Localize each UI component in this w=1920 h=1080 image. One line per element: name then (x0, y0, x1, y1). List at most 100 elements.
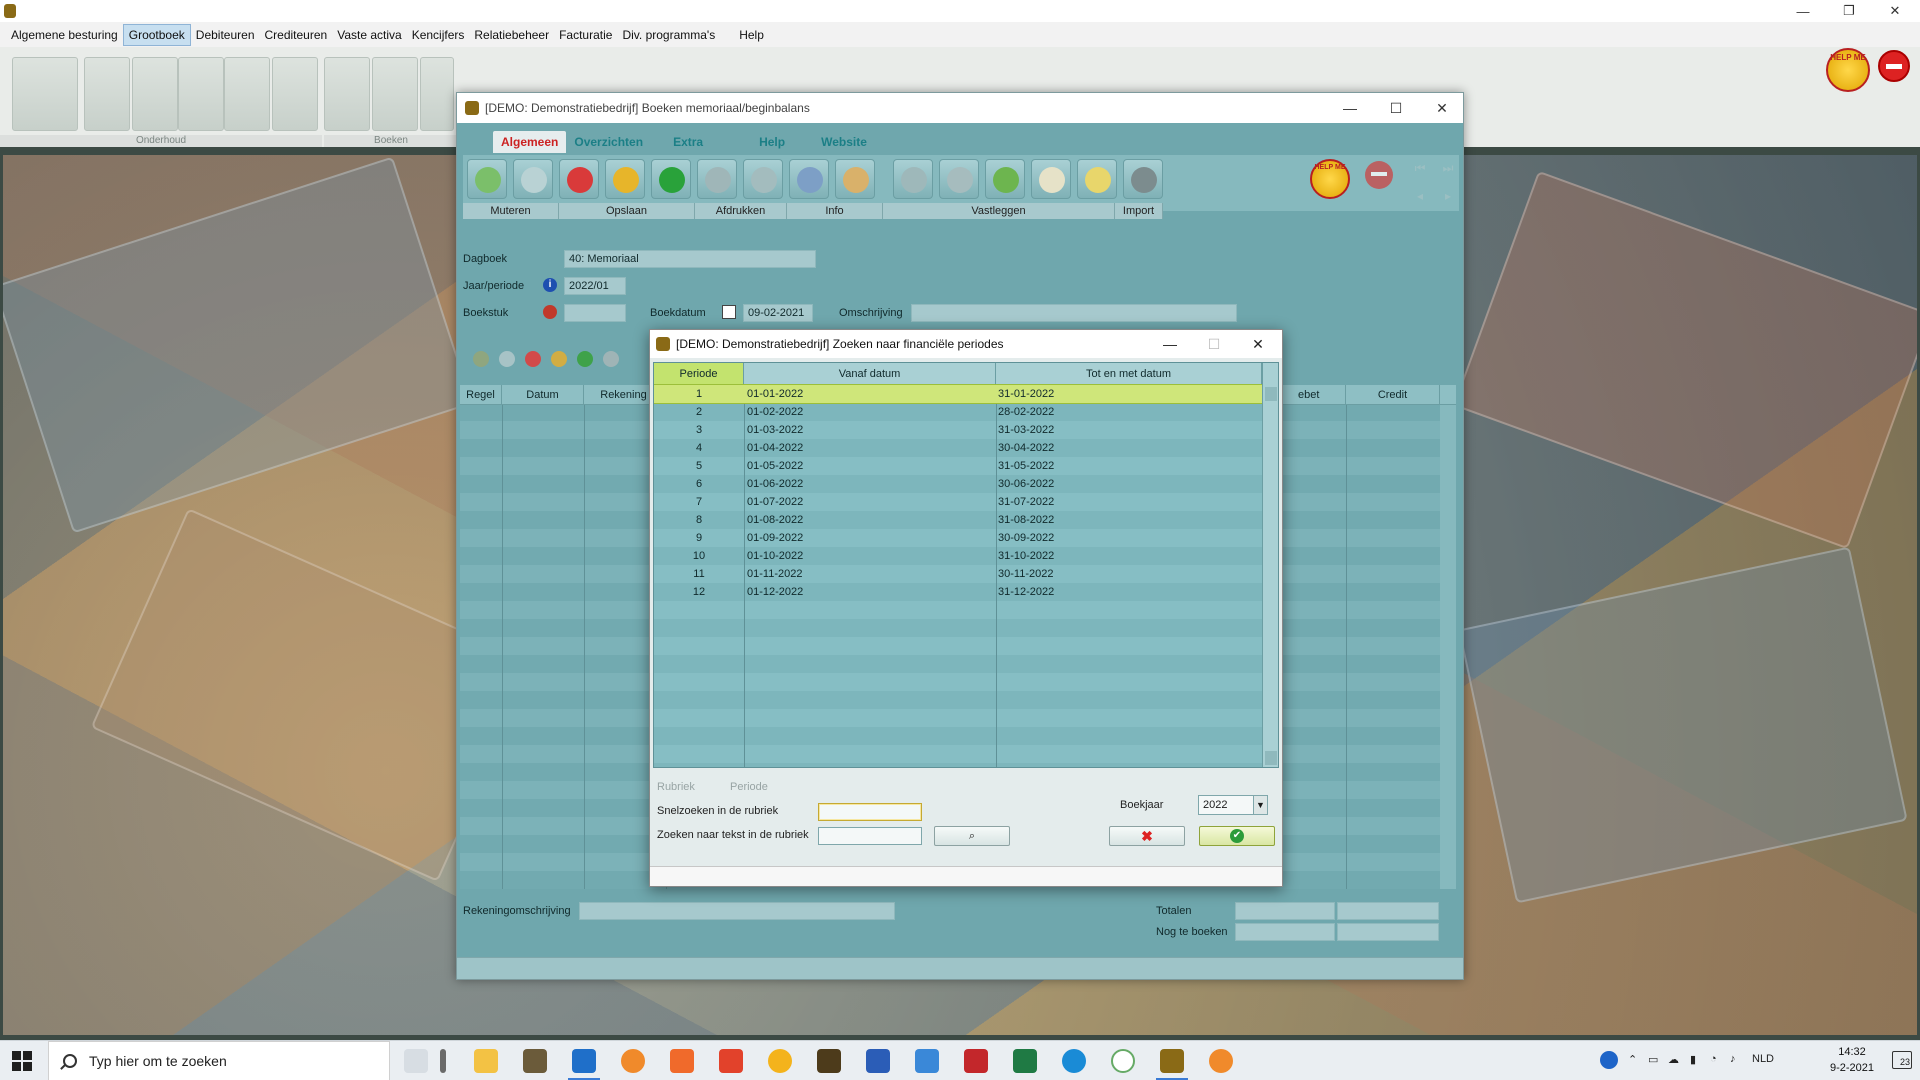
dialog-close-button[interactable]: ✕ (1236, 330, 1280, 358)
tab-algemeen[interactable]: Algemeen (493, 131, 567, 153)
delete-button[interactable] (559, 159, 599, 199)
delete-line-icon[interactable] (525, 351, 541, 367)
periods-table[interactable]: Periode Vanaf datum Tot en met datum 1 01… (653, 362, 1279, 768)
task-view-icon[interactable] (404, 1049, 428, 1073)
col-tot-en-met-datum[interactable]: Tot en met datum (996, 363, 1262, 385)
snelzoeken-input[interactable] (818, 803, 922, 821)
add-button[interactable] (467, 159, 507, 199)
col-periode[interactable]: Periode (654, 363, 744, 385)
omschrijving-field[interactable] (911, 304, 1237, 322)
commit-button[interactable] (1077, 159, 1117, 199)
dagboek-field[interactable]: 40: Memoriaal (564, 250, 816, 268)
stop-icon[interactable] (1365, 161, 1393, 189)
battery-icon[interactable]: ▮ (1690, 1053, 1696, 1066)
col-credit[interactable]: Credit (1346, 385, 1440, 405)
col-datum[interactable]: Datum (502, 385, 584, 405)
copy-button[interactable] (893, 159, 933, 199)
undo-button[interactable] (605, 159, 645, 199)
tab-website[interactable]: Website (813, 131, 875, 153)
cancel-button[interactable]: ✖ (1109, 826, 1185, 846)
prev-record-icon[interactable]: ◂ (1413, 189, 1427, 203)
period-row[interactable]: 3 01-03-2022 31-03-2022 (654, 421, 1262, 439)
stack-button[interactable] (939, 159, 979, 199)
code-app-icon[interactable] (1111, 1049, 1135, 1073)
next-record-icon[interactable]: ▸ (1441, 189, 1455, 203)
period-row[interactable]: 5 01-05-2022 31-05-2022 (654, 457, 1262, 475)
chevron-down-icon[interactable]: ▼ (1253, 796, 1267, 814)
restore-button[interactable]: ❐ (1826, 0, 1872, 22)
filezilla-icon[interactable] (964, 1049, 988, 1073)
stop-icon[interactable] (1878, 50, 1910, 82)
maximize-button[interactable]: ☐ (1373, 93, 1419, 123)
jaar-periode-field[interactable]: 2022/01 (564, 277, 626, 295)
close-button[interactable]: ✕ (1419, 93, 1465, 123)
col-vanaf-datum[interactable]: Vanaf datum (744, 363, 996, 385)
edit-line-icon[interactable] (499, 351, 515, 367)
tab-extra[interactable]: Extra (665, 131, 711, 153)
file-explorer-icon[interactable] (474, 1049, 498, 1073)
outlook-icon[interactable] (568, 1049, 600, 1080)
toolbar-cabinet-button[interactable] (324, 57, 370, 131)
toolbar-rekeningschema-button[interactable] (12, 57, 78, 131)
period-row[interactable]: 10 01-10-2022 31-10-2022 (654, 547, 1262, 565)
filezilla-z-icon[interactable] (817, 1049, 841, 1073)
notifications-icon[interactable]: 23 (1892, 1051, 1912, 1069)
col-regel[interactable]: Regel (460, 385, 502, 405)
tab-help[interactable]: Help (751, 131, 793, 153)
search-line-icon[interactable] (603, 351, 619, 367)
app-orange2-icon[interactable] (1209, 1049, 1233, 1073)
usb-icon[interactable]: ▭ (1648, 1053, 1658, 1066)
info-icon[interactable]: i (543, 278, 557, 292)
cloud-icon[interactable]: ☁ (1668, 1053, 1679, 1066)
user-stamp-icon[interactable] (543, 305, 557, 319)
clock[interactable]: 14:32 9-2-2021 (1830, 1044, 1874, 1076)
toolbar-coins-button[interactable] (272, 57, 318, 131)
boekdatum-field[interactable]: 09-02-2021 (743, 304, 813, 322)
taskbar-search[interactable]: Typ hier om te zoeken (48, 1041, 390, 1080)
network-icon[interactable]: ◔ (1710, 1053, 1717, 1065)
menu-div-programmas[interactable]: Div. programma's (617, 24, 720, 46)
dialog-minimize-button[interactable]: — (1148, 330, 1192, 358)
menu-relatiebeheer[interactable]: Relatiebeheer (469, 24, 554, 46)
menu-help[interactable]: Help (734, 24, 769, 46)
confirm-line-icon[interactable] (577, 351, 593, 367)
helpme-icon[interactable]: HELP ME (1310, 159, 1350, 199)
tab-overzichten[interactable]: Overzichten (566, 131, 651, 153)
menu-grootboek[interactable]: Grootboek (122, 23, 191, 46)
edge-icon[interactable] (1062, 1049, 1086, 1073)
helpme-icon[interactable]: HELP ME (1826, 48, 1870, 92)
period-row[interactable]: 11 01-11-2022 30-11-2022 (654, 565, 1262, 583)
ok-button[interactable]: ✔ (1199, 826, 1275, 846)
grid-scrollbar[interactable] (1440, 405, 1456, 889)
widget-icon[interactable] (440, 1049, 446, 1073)
preview-button[interactable] (743, 159, 783, 199)
word-icon[interactable] (866, 1049, 890, 1073)
menu-facturatie[interactable]: Facturatie (554, 24, 617, 46)
calendar-icon[interactable] (722, 305, 736, 319)
boekstuk-field[interactable] (564, 304, 626, 322)
filter-import-button[interactable] (1123, 159, 1163, 199)
period-row[interactable]: 1 01-01-2022 31-01-2022 (654, 384, 1263, 404)
camera-app-icon[interactable] (915, 1049, 939, 1073)
toolbar-ledger-button[interactable] (420, 57, 454, 131)
refresh-button[interactable] (985, 159, 1025, 199)
toolbar-settings-button[interactable] (178, 57, 224, 131)
periods-scrollbar[interactable] (1262, 363, 1278, 767)
undo-line-icon[interactable] (551, 351, 567, 367)
save-check-button[interactable] (651, 159, 691, 199)
sign-button[interactable] (1031, 159, 1071, 199)
period-row[interactable]: 2 01-02-2022 28-02-2022 (654, 403, 1262, 421)
period-row[interactable]: 12 01-12-2022 31-12-2022 (654, 583, 1262, 601)
edit-button[interactable] (513, 159, 553, 199)
minimize-button[interactable]: — (1780, 0, 1826, 22)
menu-crediteuren[interactable]: Crediteuren (260, 24, 333, 46)
toolbar-grootboek-button[interactable] (84, 57, 130, 131)
print-button[interactable] (697, 159, 737, 199)
period-row[interactable]: 9 01-09-2022 30-09-2022 (654, 529, 1262, 547)
toolbar-briefcase-button[interactable] (372, 57, 418, 131)
chevron-up-icon[interactable]: ⌃ (1628, 1053, 1637, 1066)
minimize-button[interactable]: — (1327, 93, 1373, 123)
scroll-down-button[interactable] (1265, 751, 1277, 765)
start-button[interactable] (12, 1051, 32, 1071)
menu-vaste-activa[interactable]: Vaste activa (332, 24, 406, 46)
